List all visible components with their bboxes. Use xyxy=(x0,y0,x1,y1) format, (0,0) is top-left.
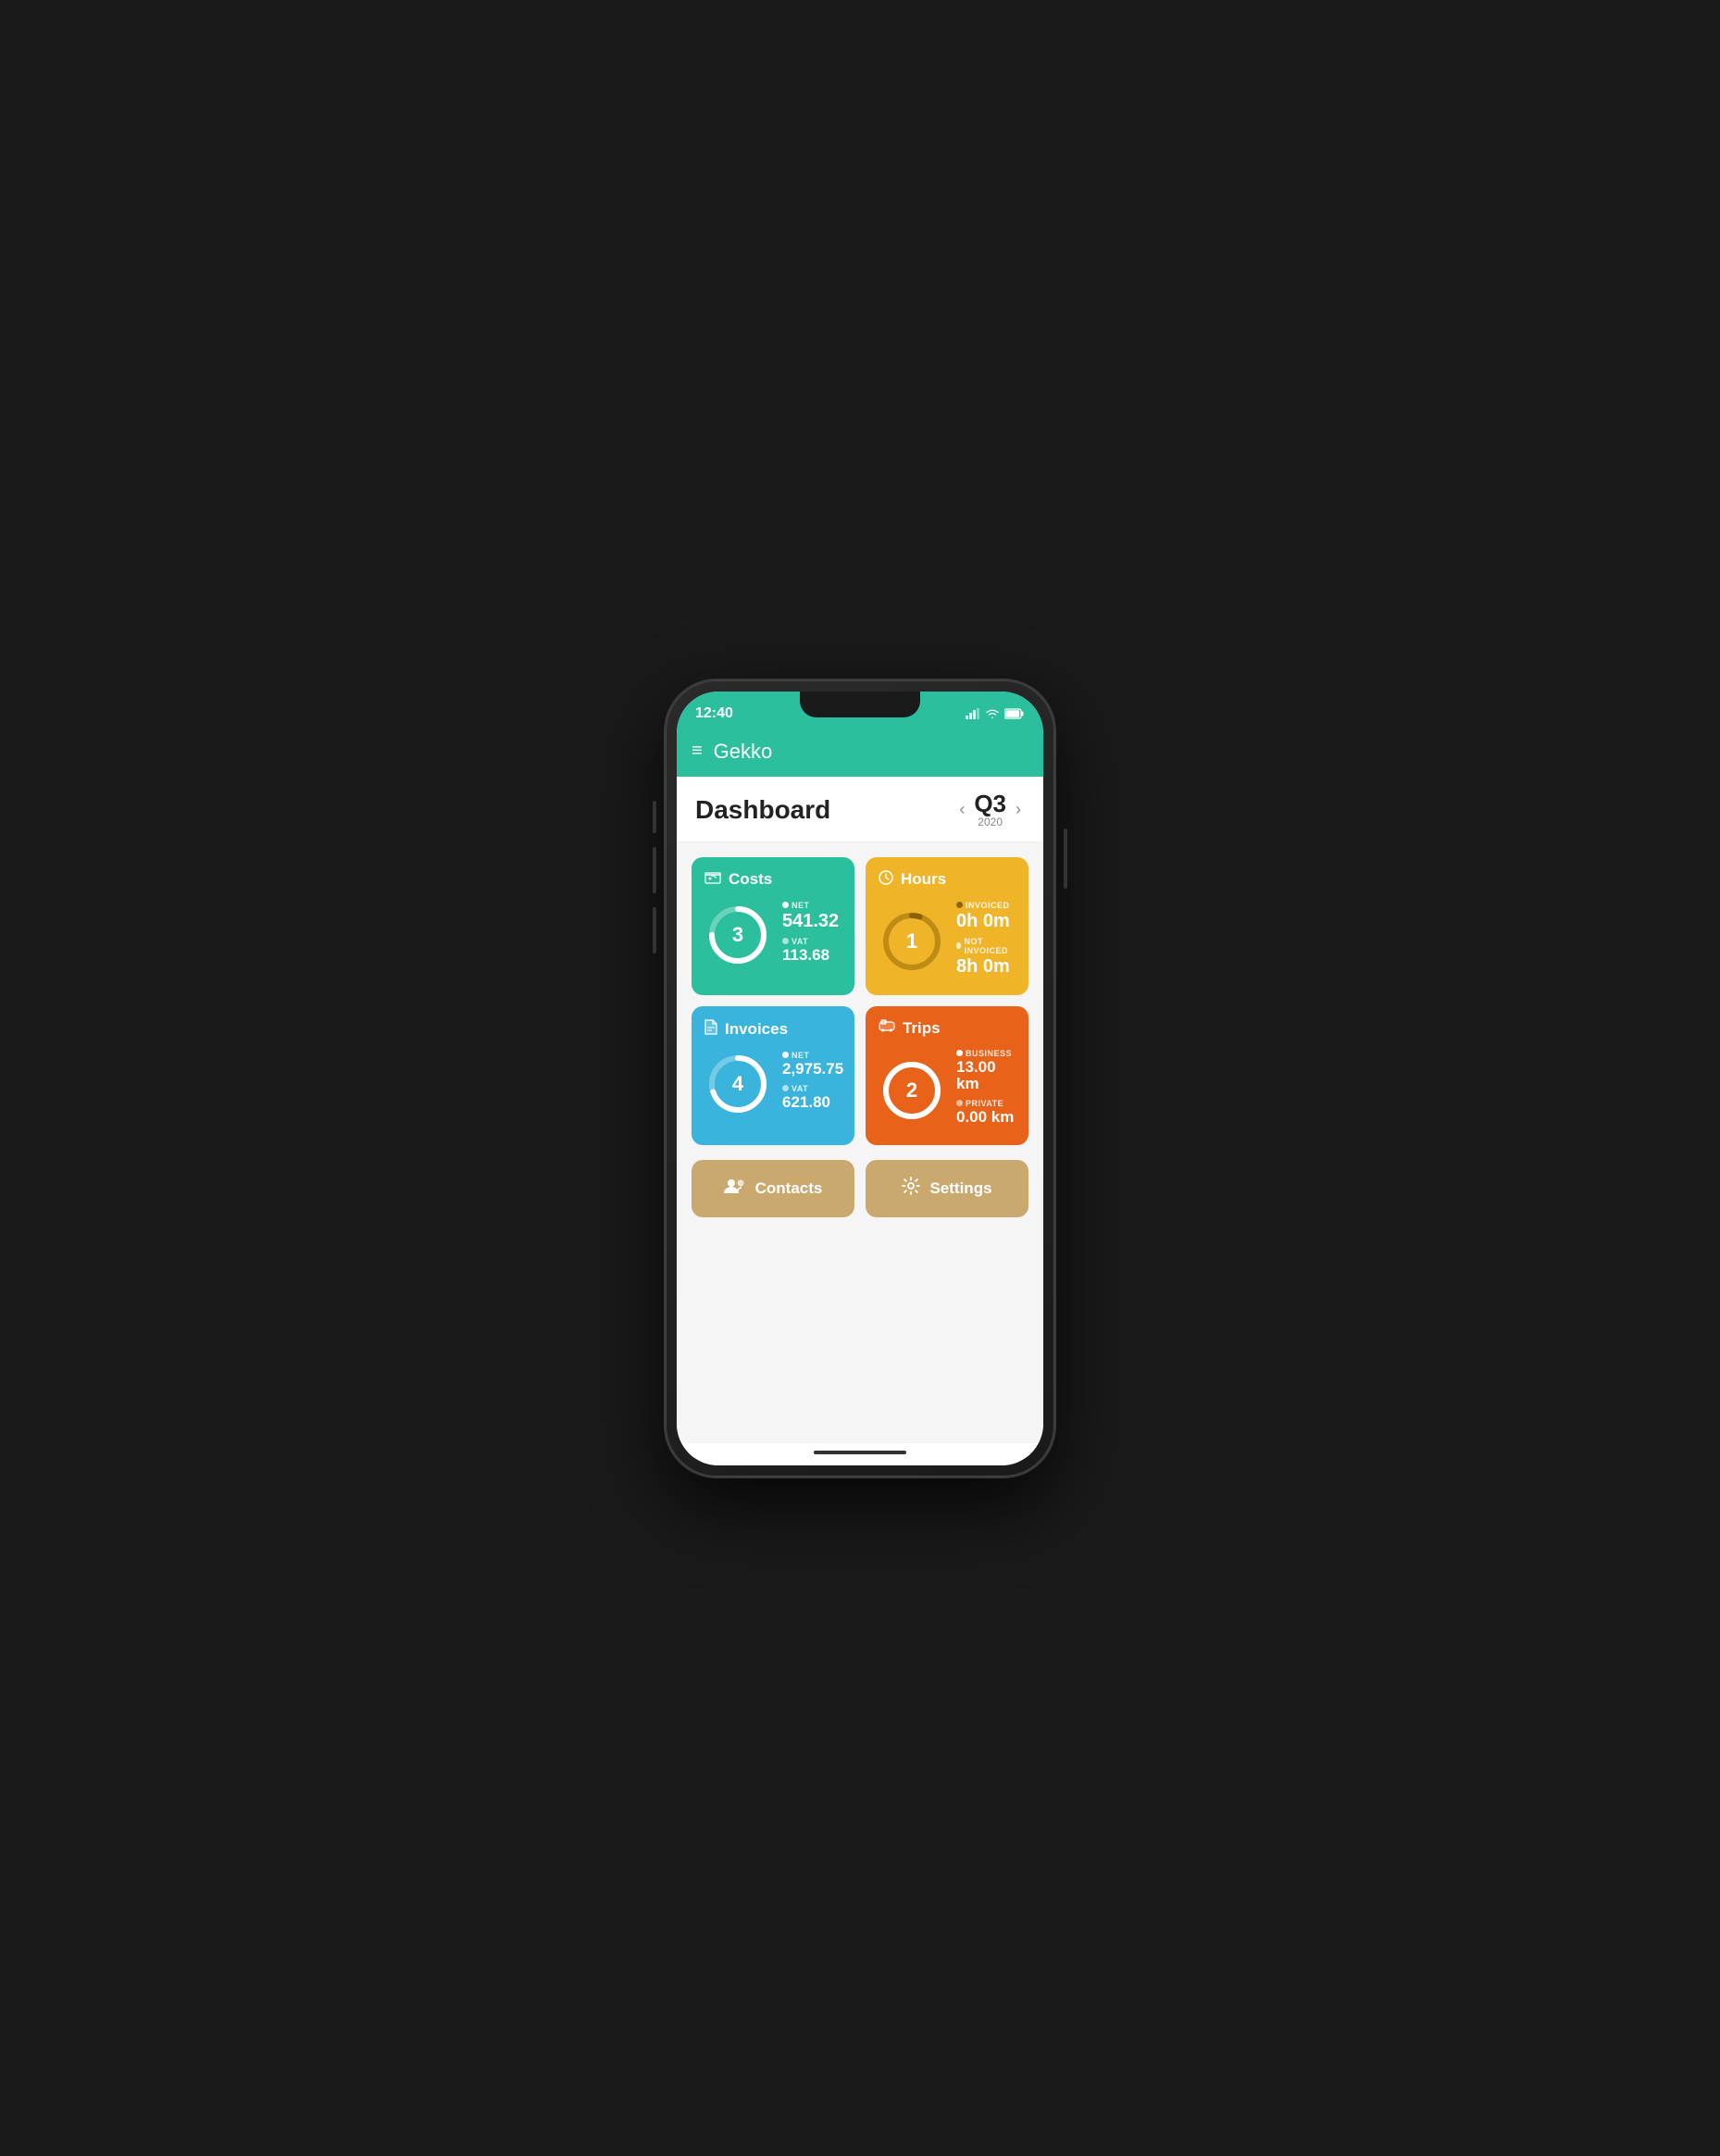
trips-private-label: PRIVATE xyxy=(956,1099,1016,1108)
invoices-stats: NET 2,975.75 VAT 621.80 xyxy=(782,1051,843,1116)
hours-not-invoiced-dot xyxy=(956,942,961,949)
status-bar: 12:40 xyxy=(677,692,1043,732)
costs-stats: NET 541.32 VAT 113.68 xyxy=(782,901,841,970)
costs-vat-value: 113.68 xyxy=(782,947,841,965)
notch xyxy=(800,692,920,717)
contacts-label: Contacts xyxy=(755,1179,823,1198)
phone-screen: 12:40 xyxy=(677,692,1043,1465)
trips-private-dot xyxy=(956,1100,963,1106)
period-quarter: Q3 xyxy=(974,791,1006,816)
costs-vat-label: VAT xyxy=(782,937,841,946)
contacts-icon xyxy=(724,1178,746,1200)
hours-donut: 1 xyxy=(879,908,945,975)
invoices-donut: 4 xyxy=(704,1051,771,1117)
volume-down-button xyxy=(653,907,656,953)
costs-net-value: 541.32 xyxy=(782,911,841,931)
costs-icon xyxy=(704,870,721,890)
trips-stats: BUSINESS 13.00 km PRIVATE 0.00 km xyxy=(956,1049,1016,1132)
period-nav: ‹ Q3 2020 › xyxy=(955,791,1025,829)
mute-button xyxy=(653,801,656,833)
trips-private-value: 0.00 km xyxy=(956,1109,1016,1127)
app-title: Gekko xyxy=(714,740,773,764)
hours-not-invoiced-value: 8h 0m xyxy=(956,956,1016,977)
hours-invoiced-dot xyxy=(956,902,963,908)
costs-card-header: Costs xyxy=(704,870,841,890)
trips-count: 2 xyxy=(906,1078,917,1103)
settings-label: Settings xyxy=(929,1179,991,1198)
invoices-card[interactable]: Invoices 4 NE xyxy=(692,1006,854,1145)
page-title: Dashboard xyxy=(695,795,830,825)
hours-card[interactable]: Hours 1 INVOI xyxy=(866,857,1028,995)
bottom-buttons: Contacts Settings xyxy=(677,1160,1043,1232)
volume-up-button xyxy=(653,847,656,893)
hours-icon xyxy=(879,870,893,890)
period-year: 2020 xyxy=(974,816,1006,829)
invoices-vat-dot xyxy=(782,1085,789,1091)
signal-icon xyxy=(966,708,980,719)
power-button xyxy=(1064,829,1067,889)
costs-card-title: Costs xyxy=(729,870,772,889)
hours-card-body: 1 INVOICED 0h 0m NOT INVOICED xyxy=(879,901,1016,982)
dashboard-grid: Costs 3 NET xyxy=(677,842,1043,1160)
invoices-net-dot xyxy=(782,1052,789,1058)
invoices-icon xyxy=(704,1019,717,1040)
costs-card[interactable]: Costs 3 NET xyxy=(692,857,854,995)
trips-business-label: BUSINESS xyxy=(956,1049,1016,1058)
hours-stats: INVOICED 0h 0m NOT INVOICED 8h 0m xyxy=(956,901,1016,982)
battery-icon xyxy=(1004,708,1025,719)
hours-invoiced-value: 0h 0m xyxy=(956,911,1016,931)
trips-card-header: Trips xyxy=(879,1019,1016,1038)
period-next-button[interactable]: › xyxy=(1012,796,1025,823)
invoices-vat-value: 621.80 xyxy=(782,1094,843,1112)
status-icons xyxy=(966,708,1025,719)
trips-card[interactable]: Trips 2 BUSIN xyxy=(866,1006,1028,1145)
trips-business-dot xyxy=(956,1050,963,1056)
invoices-count: 4 xyxy=(732,1072,743,1096)
period-label: Q3 2020 xyxy=(974,791,1006,829)
costs-vat-dot xyxy=(782,938,789,944)
hamburger-icon[interactable]: ≡ xyxy=(692,741,703,762)
costs-card-body: 3 NET 541.32 VAT 113 xyxy=(704,901,841,970)
dashboard-header: Dashboard ‹ Q3 2020 › xyxy=(677,777,1043,842)
trips-card-title: Trips xyxy=(903,1019,941,1038)
status-time: 12:40 xyxy=(695,705,733,722)
app-header: ≡ Gekko xyxy=(677,732,1043,777)
invoices-card-body: 4 NET 2,975.75 VAT 6 xyxy=(704,1051,841,1117)
invoices-card-header: Invoices xyxy=(704,1019,841,1040)
invoices-net-label: NET xyxy=(782,1051,843,1060)
main-content: Dashboard ‹ Q3 2020 › xyxy=(677,777,1043,1443)
invoices-card-title: Invoices xyxy=(725,1020,788,1039)
home-bar xyxy=(814,1451,906,1454)
trips-donut: 2 xyxy=(879,1057,945,1124)
hours-card-title: Hours xyxy=(901,870,946,889)
period-prev-button[interactable]: ‹ xyxy=(955,796,968,823)
wifi-icon xyxy=(985,708,1000,719)
settings-icon xyxy=(902,1177,920,1201)
costs-count: 3 xyxy=(732,923,743,947)
costs-net-label: NET xyxy=(782,901,841,910)
costs-net-dot xyxy=(782,902,789,908)
settings-button[interactable]: Settings xyxy=(866,1160,1028,1217)
invoices-net-value: 2,975.75 xyxy=(782,1061,843,1078)
hours-count: 1 xyxy=(906,929,917,953)
hours-not-invoiced-label: NOT INVOICED xyxy=(956,937,1016,955)
hours-card-header: Hours xyxy=(879,870,1016,890)
trips-card-body: 2 BUSINESS 13.00 km PRIVATE xyxy=(879,1049,1016,1132)
contacts-button[interactable]: Contacts xyxy=(692,1160,854,1217)
invoices-vat-label: VAT xyxy=(782,1084,843,1093)
hours-invoiced-label: INVOICED xyxy=(956,901,1016,910)
phone-frame: 12:40 xyxy=(666,680,1054,1477)
trips-icon xyxy=(879,1019,895,1037)
home-indicator xyxy=(677,1443,1043,1465)
trips-business-value: 13.00 km xyxy=(956,1059,1016,1093)
costs-donut: 3 xyxy=(704,902,771,968)
